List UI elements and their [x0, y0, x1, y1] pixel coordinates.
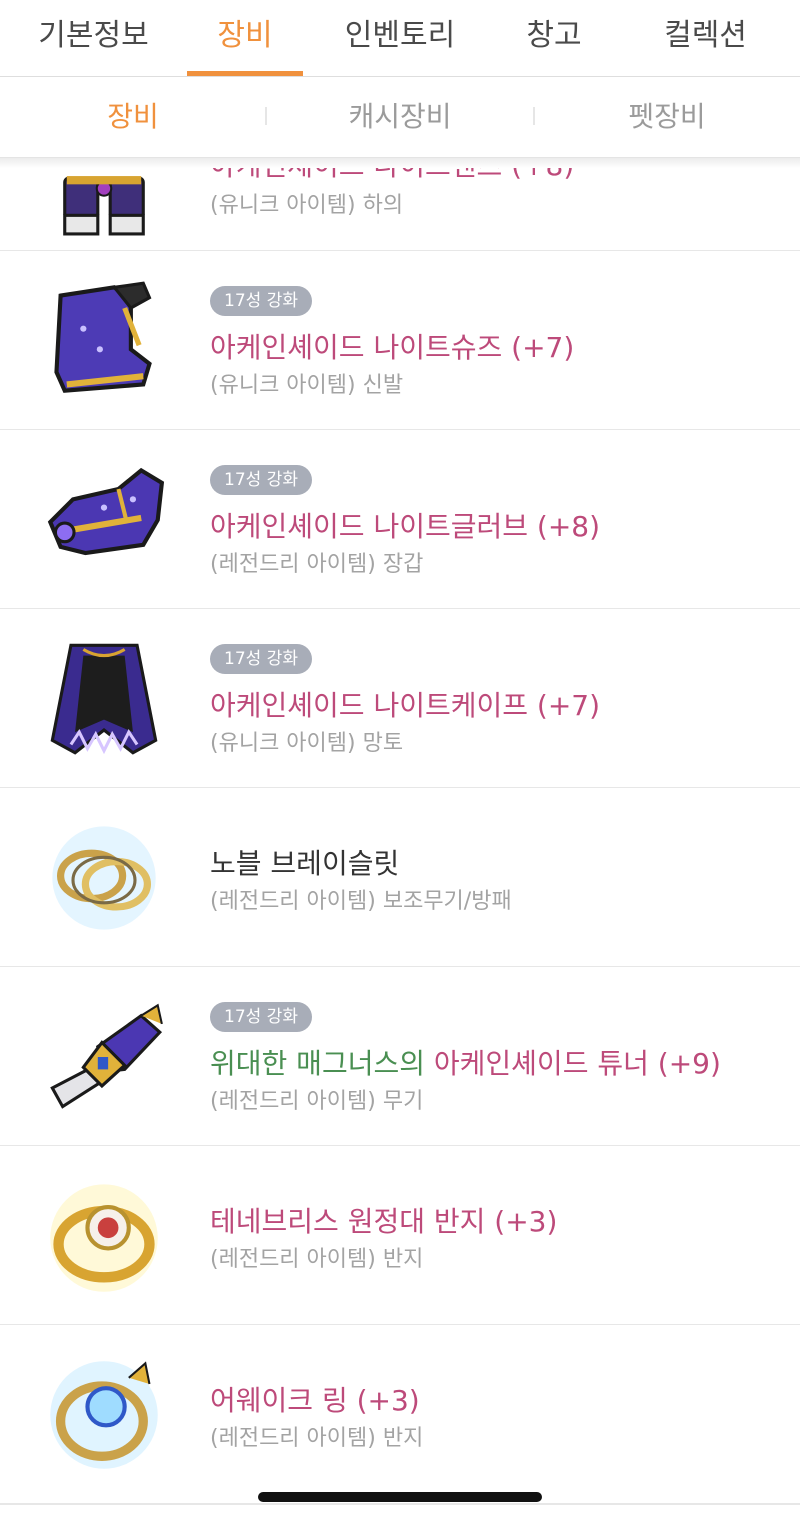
tab-basic-info[interactable]: 기본정보	[0, 0, 187, 76]
star-force-badge: 17성 강화	[210, 286, 312, 316]
tab-inventory[interactable]: 인벤토리	[303, 0, 497, 76]
item-type: (유니크 아이템) 신발	[210, 373, 404, 398]
item-type: (레전드리 아이템) 보조무기/방패	[210, 889, 512, 914]
item-name: 위대한 매그너스의 아케인셰이드 튜너 (+9)	[210, 1042, 721, 1082]
star-force-badge: 17성 강화	[210, 644, 312, 674]
item-name: 어웨이크 링 (+3)	[210, 1384, 420, 1417]
subtab-divider	[533, 107, 535, 125]
subtab-pet-equipment[interactable]: 펫장비	[534, 77, 800, 157]
cape-icon	[50, 643, 158, 755]
item-name: 아케인셰이드 나이트글러브 (+8)	[210, 510, 601, 543]
equipment-item-shoes[interactable]: 17성 강화 아케인셰이드 나이트슈즈 (+7) (유니크 아이템) 신발	[0, 251, 800, 431]
item-type: (레전드리 아이템) 반지	[210, 1247, 424, 1272]
potential-prefix: 위대한 매그너스의	[210, 1047, 434, 1080]
subtab-divider	[265, 107, 267, 125]
equipment-item-cape[interactable]: 17성 강화 아케인셰이드 나이트케이프 (+7) (유니크 아이템) 망토	[0, 609, 800, 789]
item-base-name: 아케인셰이드 튜너 (+9)	[433, 1047, 721, 1080]
ring-icon	[50, 1361, 158, 1469]
bracelet-icon	[52, 826, 156, 930]
equipment-item-weapon[interactable]: 17성 강화 위대한 매그너스의 아케인셰이드 튜너 (+9) (레전드리 아이…	[0, 967, 800, 1147]
sword-icon	[50, 1003, 163, 1109]
glove-icon	[47, 467, 165, 556]
subtab-cash-equipment[interactable]: 캐시장비	[266, 77, 534, 157]
equipment-item-ring[interactable]: 어웨이크 링 (+3) (레전드리 아이템) 반지	[0, 1325, 800, 1505]
star-force-badge: 17성 강화	[210, 465, 312, 495]
star-force-badge: 17성 강화	[210, 1002, 312, 1032]
ring-icon	[50, 1184, 158, 1292]
item-name: 아케인셰이드 나이트슈즈 (+7)	[210, 331, 575, 364]
item-type: (유니크 아이템) 하의	[210, 193, 404, 218]
tab-equipment[interactable]: 장비	[187, 0, 303, 76]
equipment-item-bracelet[interactable]: 노블 브레이슬릿 (레전드리 아이템) 보조무기/방패	[0, 788, 800, 968]
main-tab-bar: 기본정보 장비 인벤토리 창고 컬렉션	[0, 0, 800, 77]
equipment-item-ring[interactable]: 테네브리스 원정대 반지 (+3) (레전드리 아이템) 반지	[0, 1146, 800, 1326]
item-type: (레전드리 아이템) 장갑	[210, 552, 424, 577]
item-name: 노블 브레이슬릿	[210, 847, 400, 880]
tab-storage[interactable]: 창고	[497, 0, 611, 76]
item-type: (유니크 아이템) 망토	[210, 731, 404, 756]
sub-tab-bar: 장비 캐시장비 펫장비	[0, 77, 800, 158]
item-name: 테네브리스 원정대 반지 (+3)	[210, 1205, 558, 1238]
equipment-item-gloves[interactable]: 17성 강화 아케인셰이드 나이트글러브 (+8) (레전드리 아이템) 장갑	[0, 430, 800, 610]
item-type: (레전드리 아이템) 무기	[210, 1089, 424, 1114]
home-indicator[interactable]	[258, 1492, 542, 1502]
subtab-shadow	[0, 158, 800, 168]
shoes-icon	[54, 281, 152, 393]
subtab-equipment[interactable]: 장비	[0, 77, 266, 157]
equipment-list: 아케인셰이드 나이트팬츠 (+8) (유니크 아이템) 하의 17성 강화 아케…	[0, 0, 800, 1518]
active-tab-indicator	[187, 71, 303, 76]
tab-collection[interactable]: 컬렉션	[611, 0, 800, 76]
item-type: (레전드리 아이템) 반지	[210, 1426, 424, 1451]
item-name: 아케인셰이드 나이트케이프 (+7)	[210, 689, 601, 722]
